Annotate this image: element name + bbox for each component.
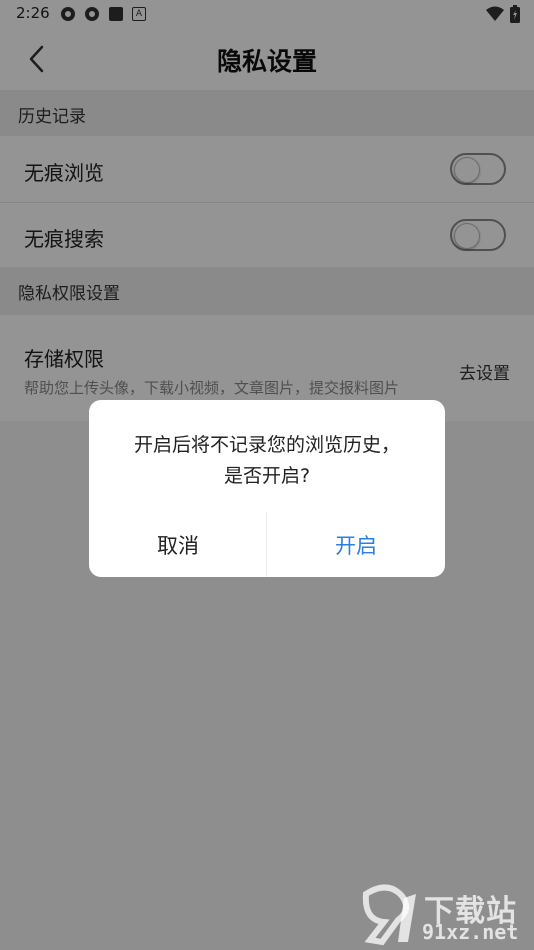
cancel-button[interactable]: 取消 — [89, 512, 267, 577]
enable-button[interactable]: 开启 — [267, 512, 445, 577]
watermark-logo-icon — [358, 884, 420, 950]
dialog-message-line2: 是否开启? — [223, 465, 311, 487]
dialog-message-line1: 开启后将不记录您的浏览历史， — [133, 434, 400, 456]
dialog-message: 开启后将不记录您的浏览历史， 是否开启? — [89, 430, 445, 492]
watermark: 下载站 91xz.net — [358, 884, 528, 946]
watermark-url: 91xz.net — [422, 920, 519, 944]
confirm-dialog: 开启后将不记录您的浏览历史， 是否开启? 取消 开启 — [89, 400, 445, 577]
